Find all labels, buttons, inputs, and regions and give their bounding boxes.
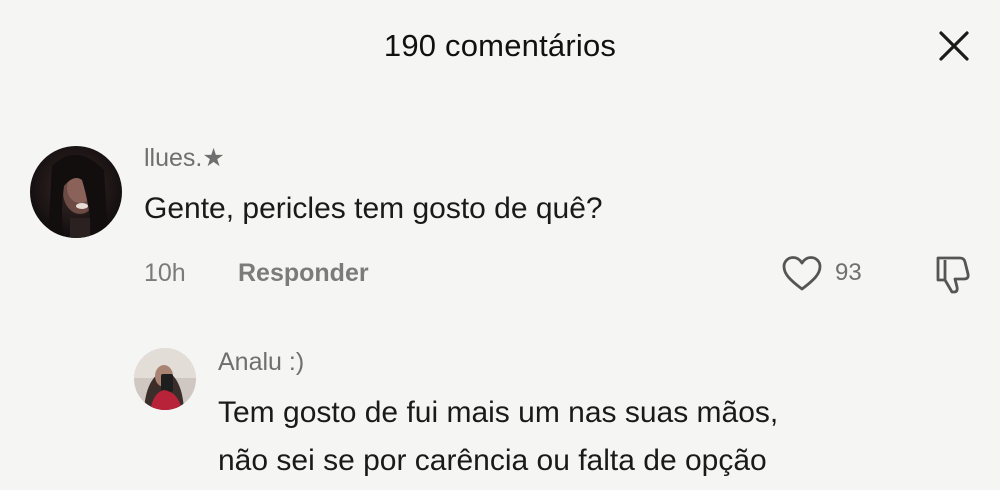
comments-sheet: 190 comentários llues.★ Gente, pericles … [0,0,1000,490]
reply-text-line-1: Tem gosto de fui mais um nas suas mãos, [218,396,779,429]
avatar-image [30,146,122,238]
avatar-image [134,348,196,410]
heart-outline-icon [782,256,822,291]
dislike-button[interactable] [930,252,974,296]
reply-avatar[interactable] [134,348,196,410]
comment-item: llues.★ Gente, pericles tem gosto de quê… [0,0,1000,320]
like-count: 93 [835,259,862,286]
reply-item: Analu :) Tem gosto de fui mais um nas su… [0,320,1000,490]
comment-text: Gente, pericles tem gosto de quê? [144,192,603,225]
comment-timestamp: 10h [144,259,186,287]
reply-text-line-2: não sei se por carência ou falta de opçã… [218,444,767,477]
thumbs-down-icon [936,256,970,294]
comment-avatar[interactable] [30,146,122,238]
comment-username[interactable]: llues.★ [144,143,225,173]
reply-username[interactable]: Analu :) [218,348,304,377]
like-button[interactable] [780,254,824,294]
reply-button[interactable]: Responder [238,259,369,288]
